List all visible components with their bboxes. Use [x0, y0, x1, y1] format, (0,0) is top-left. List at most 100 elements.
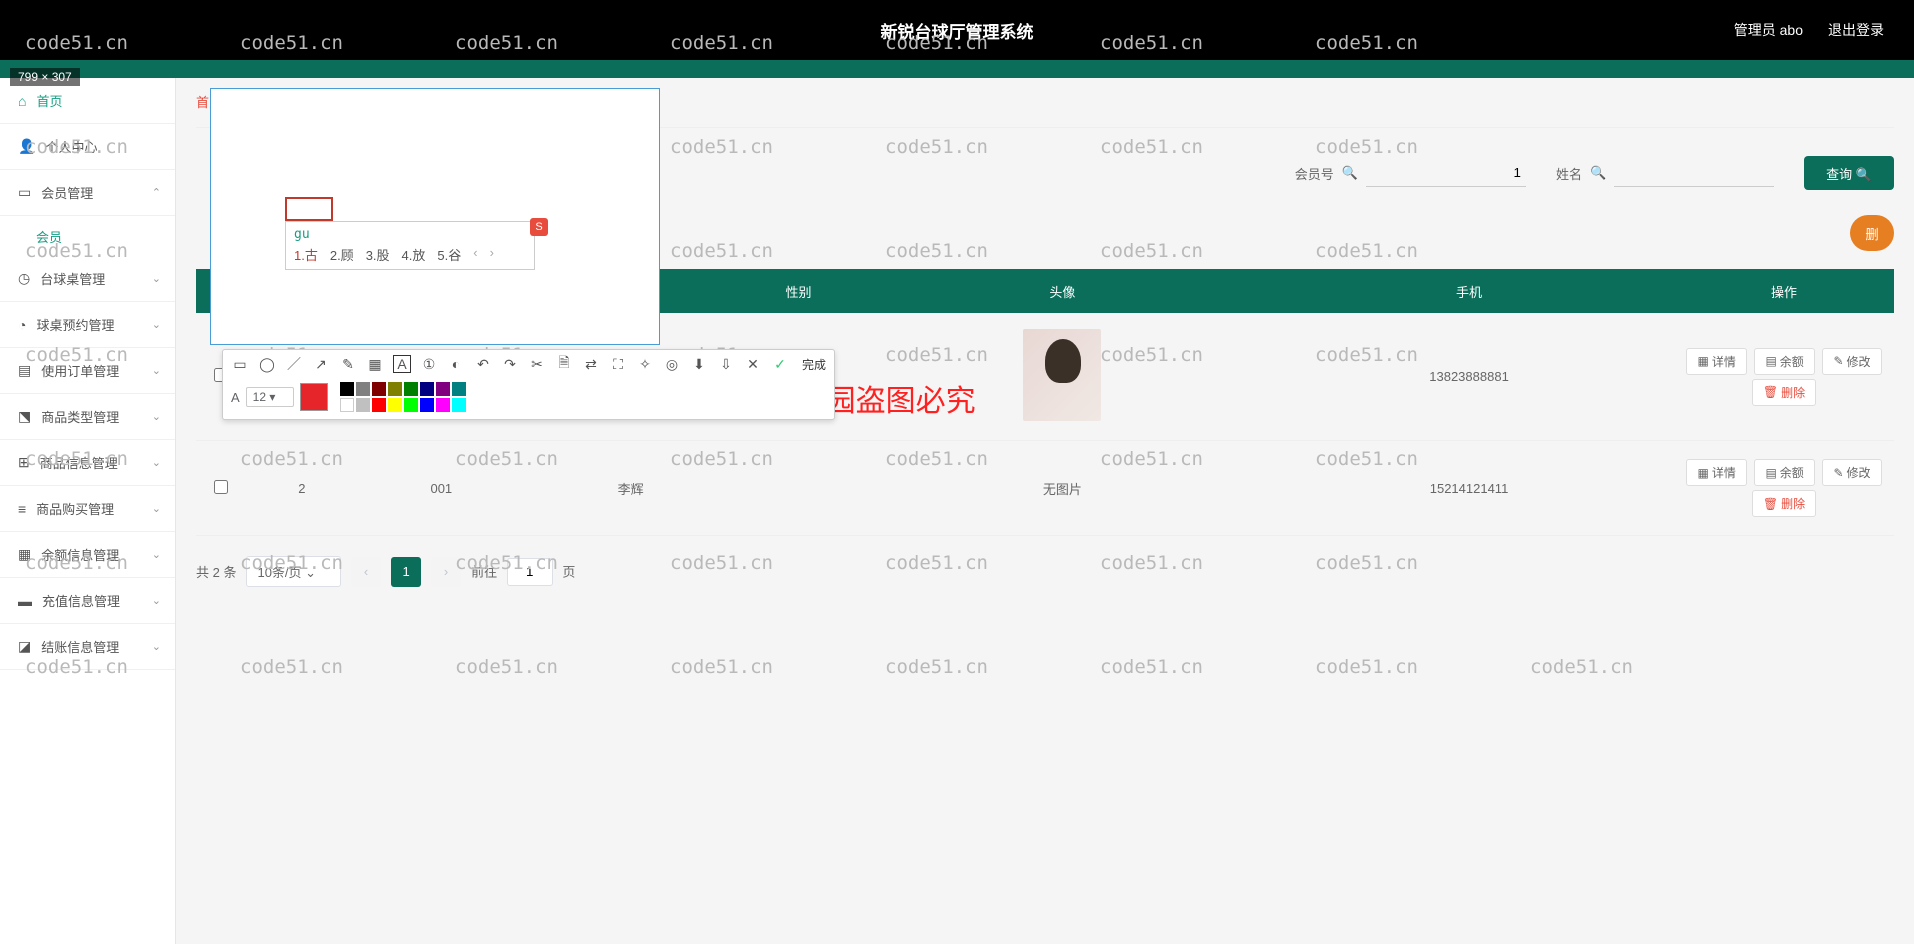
card-icon: ▬ — [18, 593, 32, 609]
detail-button[interactable]: ▦ 详情 — [1686, 348, 1746, 375]
balance-button[interactable]: ▤ 余额 — [1754, 348, 1814, 375]
ime-next-icon[interactable]: › — [490, 245, 494, 264]
ime-candidate[interactable]: 3.股 — [366, 245, 390, 264]
eraser-tool-icon[interactable]: ◐ — [447, 355, 465, 373]
close-icon[interactable]: ✕ — [744, 355, 762, 373]
share-icon[interactable]: ◎ — [663, 355, 681, 373]
detail-button[interactable]: ▦ 详情 — [1686, 459, 1746, 486]
page-1-button[interactable]: 1 — [391, 557, 421, 587]
mosaic-tool-icon[interactable]: ▦ — [366, 355, 384, 373]
export-icon[interactable]: ⇩ — [717, 355, 735, 373]
ime-candidate[interactable]: 1.古 — [294, 245, 318, 264]
color-swatch[interactable] — [452, 382, 466, 396]
total-count: 共 2 条 — [196, 562, 236, 581]
sidebar-item-checkout[interactable]: ◪结账信息管理⌄ — [0, 624, 175, 670]
confirm-icon[interactable]: ✓ — [771, 355, 789, 373]
logout-link[interactable]: 退出登录 — [1828, 20, 1884, 40]
balance-button[interactable]: ▤ 余额 — [1754, 459, 1814, 486]
admin-label[interactable]: 管理员 abo — [1734, 20, 1803, 40]
sidebar-item-table[interactable]: ◷台球桌管理⌄ — [0, 256, 175, 302]
sidebar-item-balance[interactable]: ▦余额信息管理⌄ — [0, 532, 175, 578]
table-row: 2 001 李辉 无图片 15214121411 ▦ 详情 ▤ 余额 ✎ 修改 … — [196, 441, 1894, 536]
search-icon: 🔍 — [1590, 165, 1606, 181]
text-tool-icon[interactable]: A — [393, 355, 411, 373]
color-swatch[interactable] — [356, 398, 370, 412]
sidebar-sub-member[interactable]: 会员 — [0, 216, 175, 256]
pin-icon[interactable]: ✧ — [636, 355, 654, 373]
ocr-icon[interactable]: 🗎 — [555, 355, 573, 373]
col-gender: 性别 — [736, 269, 860, 313]
redo-icon[interactable]: ↷ — [501, 355, 519, 373]
col-avatar: 头像 — [861, 269, 1264, 313]
col-ops: 操作 — [1674, 269, 1894, 313]
color-swatch[interactable] — [340, 382, 354, 396]
sidebar-item-member[interactable]: ▭会员管理⌃ — [0, 170, 175, 216]
ime-prev-icon[interactable]: ‹ — [473, 245, 477, 264]
sidebar-item-goods-info[interactable]: ⊞商品信息管理⌄ — [0, 440, 175, 486]
font-icon: A — [231, 390, 240, 405]
edit-button[interactable]: ✎ 修改 — [1822, 459, 1881, 486]
sidebar-item-category[interactable]: ⬔商品类型管理⌄ — [0, 394, 175, 440]
ellipse-tool-icon[interactable]: ◯ — [258, 355, 276, 373]
color-swatch[interactable] — [452, 398, 466, 412]
member-no-input[interactable] — [1366, 159, 1526, 187]
page-size-select[interactable]: 10条/页 ⌄ — [246, 556, 341, 587]
color-swatch[interactable] — [404, 382, 418, 396]
color-swatch[interactable] — [420, 382, 434, 396]
color-swatch[interactable] — [340, 398, 354, 412]
name-input[interactable] — [1614, 159, 1774, 187]
chevron-down-icon: ⌄ — [152, 364, 161, 377]
delete-button[interactable]: 删 — [1850, 215, 1894, 251]
search-button[interactable]: 查询 🔍 — [1804, 156, 1894, 190]
sidebar-item-reserve[interactable]: ◔球桌预约管理⌄ — [0, 302, 175, 348]
rect-tool-icon[interactable]: ▭ — [231, 355, 249, 373]
ime-candidate[interactable]: 4.放 — [402, 245, 426, 264]
accent-bar — [0, 60, 1914, 78]
color-swatch[interactable] — [420, 398, 434, 412]
undo-icon[interactable]: ↶ — [474, 355, 492, 373]
ime-text-input[interactable] — [285, 197, 333, 221]
list-icon: ≡ — [18, 501, 26, 517]
ime-overlay: S gu 1.古 2.顾 3.股 4.放 5.谷 ‹ › — [210, 88, 660, 345]
row-delete-button[interactable]: 🗑 删除 — [1752, 490, 1816, 517]
ime-candidate[interactable]: 2.顾 — [330, 245, 354, 264]
done-button[interactable]: 完成 — [802, 356, 826, 373]
current-color-swatch[interactable] — [300, 383, 328, 411]
dimension-badge: 799 × 307 — [10, 68, 80, 86]
fullscreen-icon[interactable]: ⛶ — [609, 355, 627, 373]
row-delete-button[interactable]: 🗑 删除 — [1752, 379, 1816, 406]
number-tool-icon[interactable]: ① — [420, 355, 438, 373]
download-icon[interactable]: ⬇ — [690, 355, 708, 373]
sidebar-item-purchase[interactable]: ≡商品购买管理⌄ — [0, 486, 175, 532]
next-page-button[interactable]: › — [431, 557, 461, 587]
ime-typed: gu — [294, 227, 526, 242]
color-swatch[interactable] — [436, 398, 450, 412]
color-swatch[interactable] — [372, 382, 386, 396]
font-size-select[interactable]: 12 ▾ — [246, 387, 295, 407]
row-checkbox[interactable] — [214, 480, 228, 494]
color-swatch[interactable] — [436, 382, 450, 396]
chevron-down-icon: ⌄ — [152, 502, 161, 515]
search-icon: 🔍 — [1342, 165, 1358, 181]
color-swatch[interactable] — [372, 398, 386, 412]
color-swatch[interactable] — [356, 382, 370, 396]
color-palette — [340, 382, 466, 412]
line-tool-icon[interactable]: ／ — [285, 355, 303, 373]
arrow-tool-icon[interactable]: ↗ — [312, 355, 330, 373]
color-swatch[interactable] — [388, 382, 402, 396]
sidebar-item-recharge[interactable]: ▬充值信息管理⌄ — [0, 578, 175, 624]
goto-input[interactable] — [507, 558, 553, 586]
color-swatch[interactable] — [404, 398, 418, 412]
sidebar-item-order[interactable]: ▤使用订单管理⌄ — [0, 348, 175, 394]
color-swatch[interactable] — [388, 398, 402, 412]
prev-page-button[interactable]: ‹ — [351, 557, 381, 587]
pagination: 共 2 条 10条/页 ⌄ ‹ 1 › 前往 页 — [196, 556, 1894, 587]
sidebar-item-profile[interactable]: 👤个人中心 — [0, 124, 175, 170]
ime-candidate[interactable]: 5.谷 — [437, 245, 461, 264]
cut-icon[interactable]: ✂ — [528, 355, 546, 373]
translate-icon[interactable]: ⇄ — [582, 355, 600, 373]
chat-icon: ▭ — [18, 184, 31, 201]
pen-tool-icon[interactable]: ✎ — [339, 355, 357, 373]
edit-button[interactable]: ✎ 修改 — [1822, 348, 1881, 375]
user-icon: 👤 — [18, 138, 35, 155]
